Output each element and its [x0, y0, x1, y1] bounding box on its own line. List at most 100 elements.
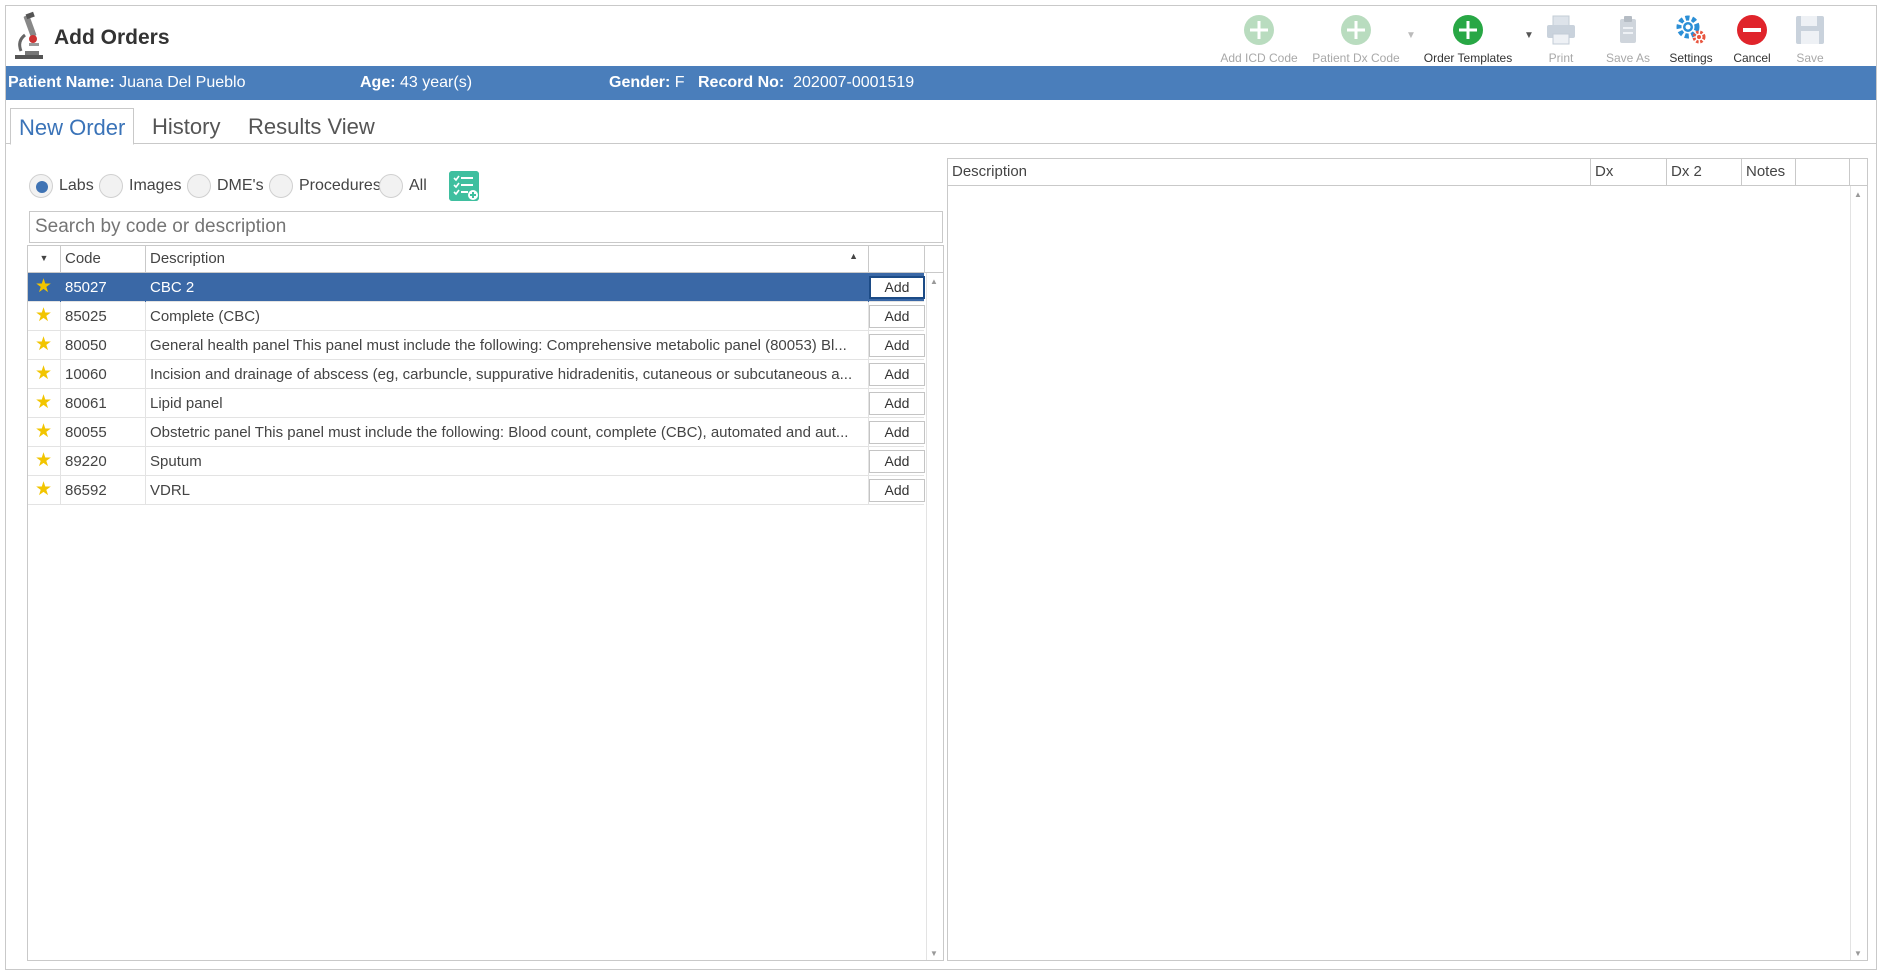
column-header-action	[869, 246, 925, 272]
titlebar: Add Orders Add ICD Code Patient Dx Code …	[6, 6, 1876, 66]
row-code: 89220	[61, 447, 146, 476]
radio-label-procedures[interactable]: Procedures	[299, 177, 381, 195]
column-header-dx[interactable]: Dx	[1591, 159, 1667, 185]
row-description: Incision and drainage of abscess (eg, ca…	[146, 360, 869, 389]
order-templates-dropdown-icon[interactable]: ▼	[1524, 30, 1534, 41]
add-order-button[interactable]: Add	[869, 479, 925, 502]
patient-dx-dropdown-icon[interactable]: ▼	[1406, 30, 1416, 41]
add-circle-icon	[1341, 15, 1371, 45]
catalog-scrollbar[interactable]: ▲ ▼	[926, 273, 943, 960]
toolbar: Add ICD Code Patient Dx Code ▼ Order Tem…	[1216, 8, 1876, 66]
tab-results-view[interactable]: Results View	[240, 108, 383, 144]
cancel-button[interactable]: Cancel	[1726, 8, 1778, 66]
scroll-down-icon[interactable]: ▼	[930, 949, 938, 958]
radio-labs[interactable]	[29, 174, 53, 198]
radio-label-labs[interactable]: Labs	[59, 177, 94, 195]
search-input[interactable]	[29, 211, 943, 243]
favorite-star-icon[interactable]: ★	[28, 273, 61, 302]
table-row[interactable]: ★ 85027 CBC 2 Add	[28, 273, 925, 302]
favorite-star-icon[interactable]: ★	[28, 447, 61, 476]
row-description: Complete (CBC)	[146, 302, 869, 331]
record-number: Record No: 202007-0001519	[698, 74, 915, 91]
table-row[interactable]: ★ 86592 VDRL Add	[28, 476, 925, 505]
microscope-icon	[15, 11, 43, 59]
add-order-button[interactable]: Add	[869, 363, 925, 386]
printer-icon	[1547, 15, 1575, 45]
favorite-star-icon[interactable]: ★	[28, 302, 61, 331]
sort-ascending-icon: ▲	[849, 251, 858, 261]
orders-scrollbar[interactable]: ▲ ▼	[1850, 186, 1867, 960]
scroll-up-icon[interactable]: ▲	[1854, 190, 1862, 199]
patient-name: Patient Name: Juana Del Pueblo	[8, 74, 246, 91]
radio-procedures[interactable]	[269, 174, 293, 198]
row-description: Sputum	[146, 447, 869, 476]
column-header-code[interactable]: Code	[61, 246, 146, 272]
table-row[interactable]: ★ 80050 General health panel This panel mu…	[28, 331, 925, 360]
column-header-dx2[interactable]: Dx 2	[1667, 159, 1742, 185]
favorite-star-icon[interactable]: ★	[28, 360, 61, 389]
radio-label-all[interactable]: All	[409, 177, 427, 195]
add-order-button[interactable]: Add	[869, 276, 925, 299]
table-row[interactable]: ★ 85025 Complete (CBC) Add	[28, 302, 925, 331]
patient-info-bar: Patient Name: Juana Del Pueblo Age: 43 y…	[6, 66, 1876, 100]
row-code: 86592	[61, 476, 146, 505]
row-description: Obstetric panel This panel must include …	[146, 418, 869, 447]
radio-all[interactable]	[379, 174, 403, 198]
row-description: General health panel This panel must inc…	[146, 331, 869, 360]
page-title: Add Orders	[54, 26, 170, 49]
favorite-star-icon[interactable]: ★	[28, 476, 61, 505]
row-code: 85027	[61, 273, 146, 302]
radio-dmes[interactable]	[187, 174, 211, 198]
save-as-button[interactable]: Save As	[1600, 8, 1656, 66]
row-description: VDRL	[146, 476, 869, 505]
add-order-button[interactable]: Add	[869, 421, 925, 444]
catalog-grid-header: ▼ Code Description ▲	[28, 246, 943, 273]
row-code: 80061	[61, 389, 146, 418]
row-code: 80055	[61, 418, 146, 447]
column-header-notes[interactable]: Notes	[1742, 159, 1796, 185]
add-order-button[interactable]: Add	[869, 305, 925, 328]
tab-new-order[interactable]: New Order	[10, 108, 135, 145]
scroll-down-icon[interactable]: ▼	[1854, 949, 1862, 958]
clipboard-icon	[1620, 16, 1636, 43]
radio-label-images[interactable]: Images	[129, 177, 181, 195]
selected-orders-header: Description Dx Dx 2 Notes	[948, 159, 1867, 186]
table-row[interactable]: ★ 80055 Obstetric panel This panel must in…	[28, 418, 925, 447]
settings-button[interactable]: Settings	[1662, 8, 1720, 66]
patient-gender: Gender: F	[609, 74, 685, 91]
save-button[interactable]: Save	[1786, 8, 1834, 66]
radio-label-dmes[interactable]: DME's	[217, 177, 264, 195]
add-icd-code-button[interactable]: Add ICD Code	[1216, 8, 1302, 66]
table-row[interactable]: ★ 89220 Sputum Add	[28, 447, 925, 476]
radio-images[interactable]	[99, 174, 123, 198]
add-circle-icon	[1453, 15, 1483, 45]
gear-icon	[1676, 15, 1706, 44]
floppy-disk-icon	[1796, 16, 1824, 44]
scroll-up-icon[interactable]: ▲	[930, 277, 938, 286]
add-order-button[interactable]: Add	[869, 334, 925, 357]
table-row[interactable]: ★ 80061 Lipid panel Add	[28, 389, 925, 418]
selected-orders-grid: Description Dx Dx 2 Notes ▲ ▼	[947, 158, 1868, 961]
add-circle-icon	[1244, 15, 1274, 45]
tab-history[interactable]: History	[144, 108, 228, 144]
add-orders-window: Add Orders Add ICD Code Patient Dx Code …	[5, 5, 1877, 970]
row-description: CBC 2	[146, 273, 869, 302]
catalog-rows: ★ 85027 CBC 2 Add ★ 85025 Complete (CBC) Add ★ 80…	[28, 273, 925, 505]
add-order-button[interactable]: Add	[869, 450, 925, 473]
patient-age: Age: 43 year(s)	[360, 74, 473, 91]
table-row[interactable]: ★ 10060 Incision and drainage of abscess (…	[28, 360, 925, 389]
patient-dx-code-button[interactable]: Patient Dx Code	[1306, 8, 1406, 66]
favorite-star-icon[interactable]: ★	[28, 331, 61, 360]
catalog-grid: ▼ Code Description ▲ ★ 85027 CBC 2 Add ★ 8502…	[27, 245, 944, 961]
checklist-add-icon[interactable]	[449, 171, 479, 201]
row-code: 80050	[61, 331, 146, 360]
column-header-description[interactable]: Description ▲	[146, 246, 869, 272]
order-templates-button[interactable]: Order Templates	[1416, 8, 1520, 66]
row-filter-dropdown-icon[interactable]: ▼	[28, 246, 61, 272]
favorite-star-icon[interactable]: ★	[28, 418, 61, 447]
print-button[interactable]: Print	[1536, 8, 1586, 66]
add-order-button[interactable]: Add	[869, 392, 925, 415]
column-header-order-description[interactable]: Description	[948, 159, 1591, 185]
favorite-star-icon[interactable]: ★	[28, 389, 61, 418]
catalog-pane: Labs Images DME's Procedures All Search …	[21, 161, 944, 961]
